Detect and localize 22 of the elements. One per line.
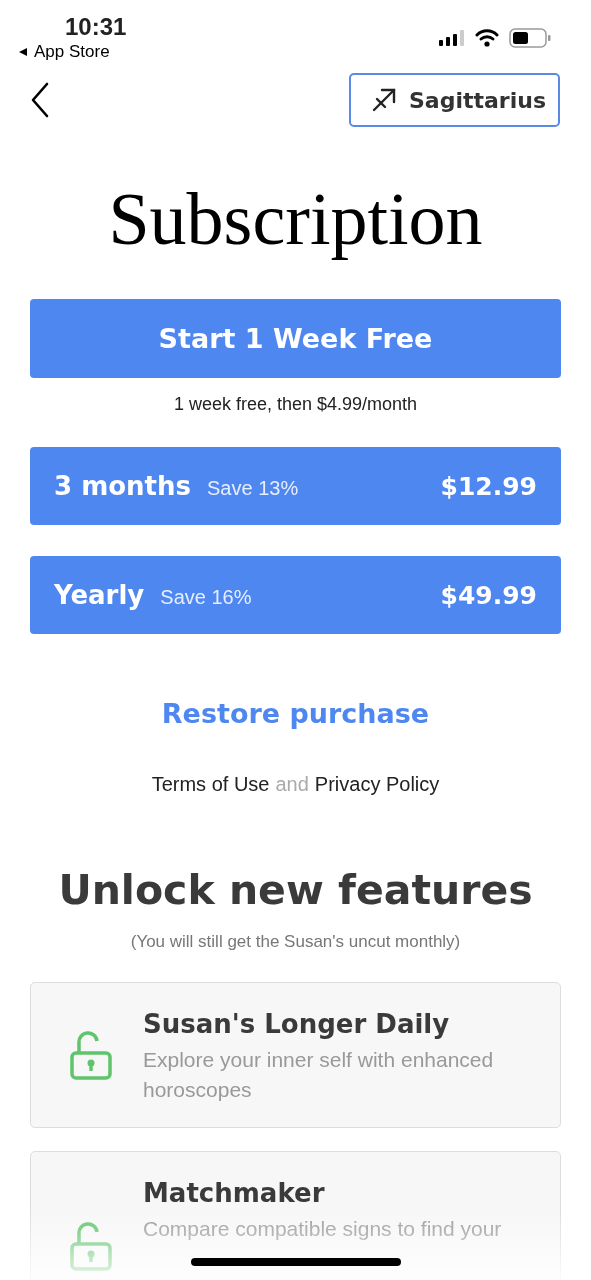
feature-title: Matchmaker xyxy=(143,1177,326,1210)
privacy-link[interactable]: Privacy Policy xyxy=(314,773,440,796)
conjunction-text: and xyxy=(275,773,309,796)
section-note: (You will still get the Susan's uncut monthly) xyxy=(130,932,461,952)
trial-note: 1 week free, then $4.99/month xyxy=(173,394,418,415)
zodiac-sign-button[interactable]: Sagittarius xyxy=(349,73,560,127)
feature-description: Explore your inner self with enhanced horoscopes xyxy=(143,1047,495,1103)
feature-title: Susan's Longer Daily xyxy=(143,1008,451,1041)
unlocked-padlock-icon xyxy=(69,1222,113,1272)
terms-link[interactable]: Terms of Use xyxy=(151,773,270,796)
page-title: Subscription xyxy=(107,179,484,259)
unlocked-padlock-icon xyxy=(69,1031,113,1081)
feature-description: Compare compatible signs to find your xyxy=(143,1216,502,1242)
back-to-app-link[interactable]: App Store xyxy=(18,42,110,62)
triangle-icon xyxy=(18,47,28,57)
arrow-icon xyxy=(371,87,397,113)
section-heading: Unlock new features xyxy=(58,866,533,914)
wifi-icon xyxy=(475,29,499,47)
battery-icon xyxy=(509,28,551,48)
signal-icon xyxy=(439,30,465,46)
status-time: 10:31 xyxy=(65,12,127,42)
back-icon[interactable] xyxy=(30,82,50,118)
